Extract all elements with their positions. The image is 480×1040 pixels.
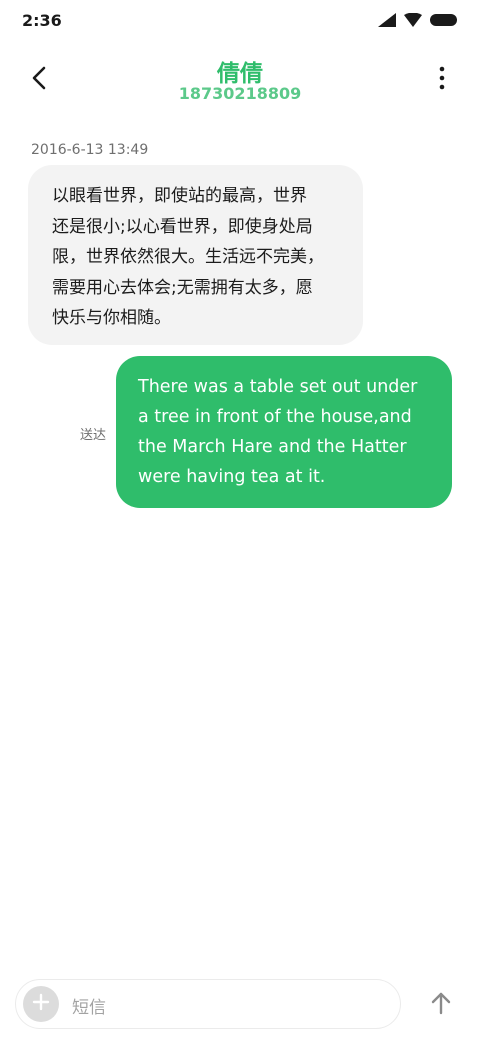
status-time: 2:36	[22, 11, 62, 30]
message-line: 以眼看世界，即使站的最高，世界	[52, 186, 307, 206]
message-line: a tree in front of the house,and	[138, 407, 412, 427]
conversation-screen: 2:36 倩倩 18730218809 2016-6-13 13:49 以眼看世…	[0, 0, 480, 1040]
incoming-message-bubble[interactable]: 以眼看世界，即使站的最高，世界 还是很小;以心看世界，即使身处局 限，世界依然很…	[28, 165, 363, 345]
more-vertical-icon	[439, 66, 445, 94]
more-options-button[interactable]	[424, 62, 460, 98]
message-input-placeholder: 短信	[72, 998, 106, 1018]
compose-bar: 短信	[0, 968, 480, 1040]
contact-number[interactable]: 18730218809	[0, 84, 480, 103]
delivery-status: 送达	[80, 428, 107, 443]
wifi-icon	[404, 13, 422, 27]
contact-name[interactable]: 倩倩	[0, 54, 480, 88]
message-line: 快乐与你相随。	[52, 308, 171, 328]
message-timestamp: 2016-6-13 13:49	[31, 142, 149, 158]
message-line: 限，世界依然很大。生活远不完美，	[52, 247, 324, 267]
message-line: the March Hare and the Hatter	[138, 437, 407, 457]
plus-icon	[32, 993, 50, 1015]
battery-icon	[430, 13, 458, 27]
status-bar: 2:36	[0, 0, 480, 44]
status-icons	[378, 13, 458, 27]
message-line: were having tea at it.	[138, 467, 326, 487]
outgoing-message-bubble[interactable]: There was a table set out under a tree i…	[116, 356, 452, 508]
message-line: 还是很小;以心看世界，即使身处局	[52, 216, 313, 237]
conversation-header: 倩倩 18730218809	[0, 52, 480, 112]
arrow-up-icon	[430, 991, 452, 1019]
send-button[interactable]	[424, 988, 458, 1022]
message-line: 需要用心去体会;无需拥有太多，愿	[52, 277, 313, 298]
message-line: There was a table set out under	[138, 377, 418, 397]
add-attachment-button[interactable]	[23, 986, 59, 1022]
message-input[interactable]: 短信	[15, 979, 401, 1029]
signal-icon	[378, 13, 396, 27]
